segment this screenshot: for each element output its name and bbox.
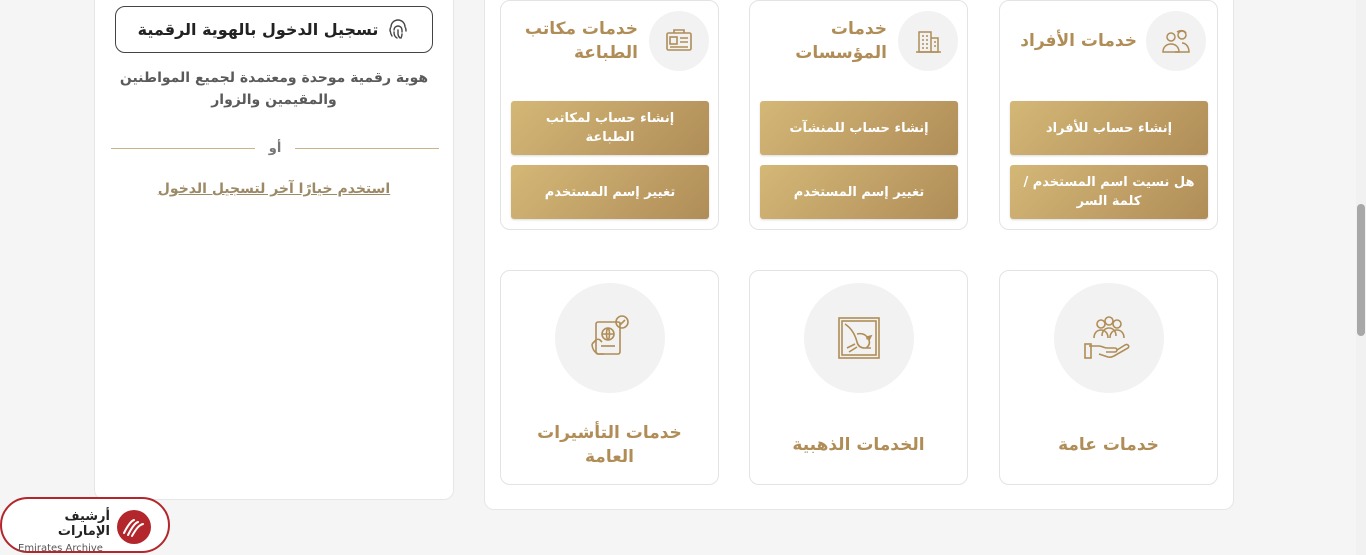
card-individuals-services: خدمات الأفراد إنشاء حساب للأفراد هل نسيت…: [999, 0, 1218, 230]
alternate-login-link[interactable]: استخدم خيارًا آخر لتسجيل الدخول: [109, 181, 439, 197]
divider-line: [295, 148, 440, 149]
create-individual-account-button[interactable]: إنشاء حساب للأفراد: [1010, 101, 1208, 155]
watermark-text: أرشيف الإمارات Emirates Archive: [18, 509, 110, 554]
change-username-typing-office-button[interactable]: تغيير إسم المستخدم: [511, 165, 709, 219]
or-separator: أو: [111, 141, 440, 156]
card-typing-offices-services: خدمات مكاتب الطباعة إنشاء حساب لمكاتب ال…: [500, 0, 719, 230]
typing-offices-services-title: خدمات مكاتب الطباعة: [524, 19, 638, 63]
watermark-english: Emirates Archive: [18, 543, 103, 554]
card-establishments-services: خدمات المؤسسات إنشاء حساب للمنشآت تغيير …: [749, 0, 968, 230]
page: تسجيل الدخول بالهوية الرقمية هوية رقمية …: [0, 0, 1366, 555]
visa-services-icon-circle: [555, 283, 665, 393]
watermark-arabic: أرشيف الإمارات: [57, 509, 110, 539]
falcon-icon: [838, 317, 880, 359]
hand-people-icon: [1084, 316, 1130, 359]
establishments-icon-circle: [898, 11, 958, 71]
uaepass-login-label: تسجيل الدخول بالهوية الرقمية: [137, 20, 379, 39]
individuals-services-title: خدمات الأفراد: [1020, 31, 1137, 51]
vertical-scrollbar[interactable]: [1356, 0, 1366, 555]
visa-services-title: خدمات التأشيرات العامة: [537, 423, 682, 467]
people-icon: [1162, 29, 1190, 53]
create-establishment-account-button[interactable]: إنشاء حساب للمنشآت: [760, 101, 958, 155]
uaepass-tagline: هوية رقمية موحدة ومعتمدة لجميع المواطنين…: [119, 70, 429, 108]
establishments-services-title: خدمات المؤسسات: [795, 19, 887, 63]
id-card-icon: [666, 29, 692, 51]
general-services-title: خدمات عامة: [1058, 435, 1159, 455]
golden-services-icon-circle: [804, 283, 914, 393]
fingerprint-icon: [389, 18, 408, 39]
divider-line: [111, 148, 255, 149]
general-services-icon-circle: [1054, 283, 1164, 393]
card-general-services[interactable]: خدمات عامة: [999, 270, 1218, 485]
typing-offices-icon-circle: [649, 11, 709, 71]
building-icon: [916, 31, 941, 53]
login-panel: تسجيل الدخول بالهوية الرقمية هوية رقمية …: [94, 0, 454, 500]
card-visa-services[interactable]: خدمات التأشيرات العامة: [500, 270, 719, 485]
emirates-archive-watermark: أرشيف الإمارات Emirates Archive: [0, 497, 170, 554]
uaepass-login-button[interactable]: تسجيل الدخول بالهوية الرقمية: [115, 6, 433, 53]
individuals-icon-circle: [1146, 11, 1206, 71]
create-typing-office-account-button[interactable]: إنشاء حساب لمكاتب الطباعة: [511, 101, 709, 155]
passport-icon: [591, 315, 629, 355]
golden-services-title: الخدمات الذهبية: [792, 435, 925, 455]
change-username-establishment-button[interactable]: تغيير إسم المستخدم: [760, 165, 958, 219]
card-golden-services[interactable]: الخدمات الذهبية: [749, 270, 968, 485]
forgot-username-password-button[interactable]: هل نسيت اسم المستخدم / كلمة السر: [1010, 165, 1208, 219]
emirates-archive-logo-icon: [117, 510, 151, 544]
or-label: أو: [268, 141, 282, 156]
scrollbar-thumb[interactable]: [1357, 204, 1365, 336]
